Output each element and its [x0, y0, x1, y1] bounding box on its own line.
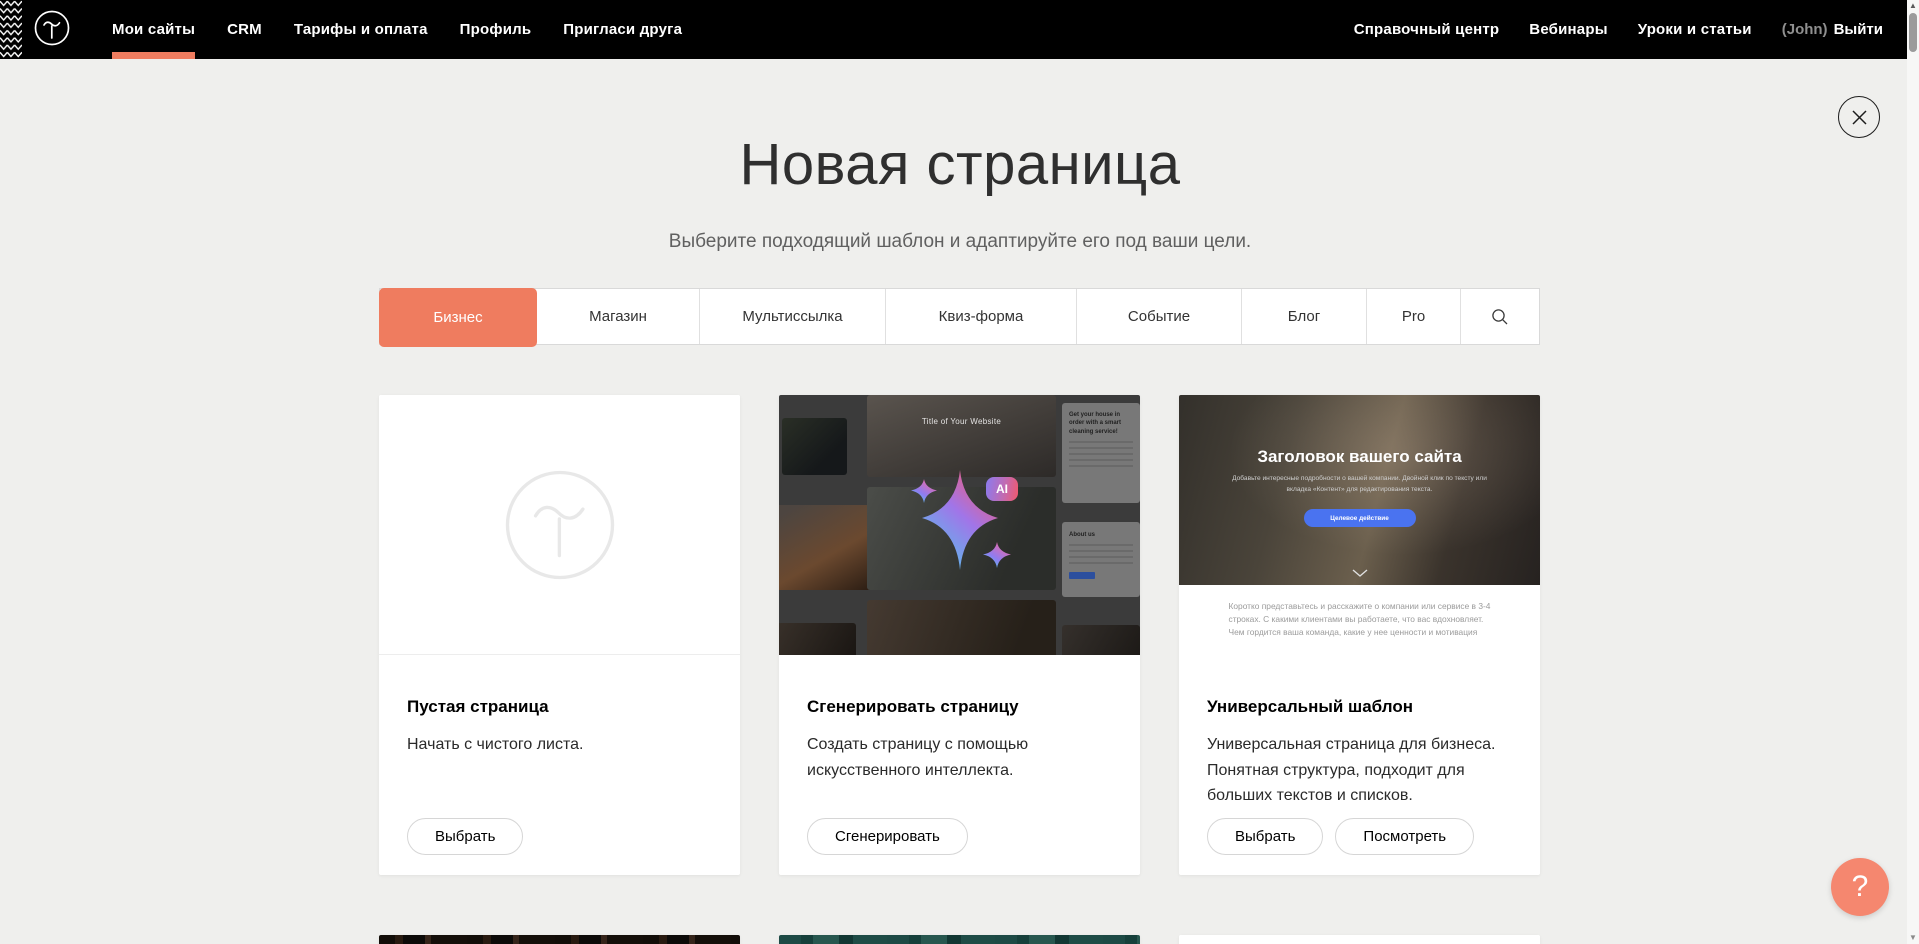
tab-multilink[interactable]: Мультиссылка — [700, 289, 886, 344]
search-icon — [1491, 308, 1509, 326]
card-description: Создать страницу с помощью искусственног… — [807, 732, 1107, 783]
nav-item-label: Пригласи друга — [563, 21, 682, 38]
nav-item-crm[interactable]: CRM — [227, 0, 262, 59]
template-thumbnail-dark — [379, 935, 740, 944]
page-title: Новая страница — [0, 131, 1919, 198]
user-name: (John) — [1782, 21, 1828, 38]
collage-text-lines — [1069, 441, 1133, 471]
template-thumbnail-white — [1179, 935, 1540, 944]
new-page-modal: Мои сайты CRM Тарифы и оплата Профиль Пр… — [0, 0, 1919, 944]
help-button[interactable]: ? — [1831, 858, 1889, 916]
template-category-tabs: Бизнес Магазин Мультиссылка Квиз-форма С… — [379, 288, 1540, 345]
scrollbar-down-arrow[interactable]: ▼ — [1907, 934, 1919, 942]
template-grid: Пустая страница Начать с чистого листа. … — [379, 395, 1540, 944]
card-actions: Сгенерировать — [807, 818, 968, 855]
tab-pro[interactable]: Pro — [1367, 289, 1461, 344]
page-subtitle: Выберите подходящий шаблон и адаптируйте… — [0, 231, 1919, 253]
top-nav: Мои сайты CRM Тарифы и оплата Профиль Пр… — [0, 0, 1907, 59]
blank-page-thumbnail — [379, 395, 740, 655]
preview-button[interactable]: Посмотреть — [1335, 818, 1474, 855]
nav-item-profile[interactable]: Профиль — [460, 0, 532, 59]
collage-hero-title: Title of Your Website — [867, 395, 1056, 426]
nav-menu-right: Справочный центр Вебинары Уроки и статьи… — [1354, 0, 1883, 59]
collage-mini-button — [1069, 572, 1095, 579]
scrollbar-up-arrow[interactable]: ▲ — [1907, 2, 1919, 10]
tab-search[interactable] — [1461, 289, 1539, 344]
card-body: Сгенерировать страницу Создать страницу … — [779, 655, 1140, 783]
collage-photo-people-left — [779, 623, 856, 655]
tab-business[interactable]: Бизнес — [379, 288, 537, 347]
template-card-universal: Заголовок вашего сайта Добавьте интересн… — [1179, 395, 1540, 875]
tilda-watermark-icon — [502, 467, 618, 583]
tab-quiz-form[interactable]: Квиз-форма — [886, 289, 1077, 344]
template-card-partial-2 — [779, 935, 1140, 944]
template-thumbnail-teal — [779, 935, 1140, 944]
card-description: Универсальная страница для бизнеса. Поня… — [1207, 732, 1507, 809]
nav-user-block: (John) Выйти — [1782, 21, 1883, 38]
tab-blog[interactable]: Блог — [1242, 289, 1367, 344]
ai-badge: AI — [986, 477, 1018, 501]
preview-hero-subtitle: Добавьте интересные подробности о вашей … — [1220, 474, 1500, 495]
template-preview-hero-photo: Заголовок вашего сайта Добавьте интересн… — [1179, 395, 1540, 585]
nav-item-invite-friend[interactable]: Пригласи друга — [563, 0, 682, 59]
choose-button[interactable]: Выбрать — [407, 818, 523, 855]
card-body: Универсальный шаблон Универсальная стран… — [1179, 655, 1540, 809]
nav-item-label: Профиль — [460, 21, 532, 38]
card-actions: Выбрать — [407, 818, 523, 855]
nav-item-my-sites[interactable]: Мои сайты — [112, 0, 195, 59]
card-description: Начать с чистого листа. — [407, 732, 707, 758]
collage-photo-desk — [782, 418, 847, 475]
preview-cta-button: Целевое действие — [1304, 509, 1416, 527]
nav-item-label: Тарифы и оплата — [294, 21, 428, 38]
tilda-logo[interactable] — [33, 9, 71, 47]
collage-text-card-about: About us — [1062, 522, 1140, 597]
ai-sparkle-icon — [880, 457, 1040, 592]
generate-button[interactable]: Сгенерировать — [807, 818, 968, 855]
template-card-partial-3 — [1179, 935, 1540, 944]
collage-text-title: About us — [1069, 531, 1133, 539]
collage-photo-bottom-right — [1062, 625, 1140, 655]
collage-text-card-top: Get your house in order with a smart cle… — [1062, 403, 1140, 503]
close-icon — [1851, 109, 1868, 126]
zigzag-pattern-decoration — [0, 0, 22, 59]
tab-shop[interactable]: Магазин — [537, 289, 700, 344]
scrollbar[interactable]: ▲ ▼ — [1907, 0, 1919, 944]
template-card-ai-generate: Title of Your Website Get your house in … — [779, 395, 1140, 875]
template-card-blank-page: Пустая страница Начать с чистого листа. … — [379, 395, 740, 875]
template-preview-text-section: Коротко представьтесь и расскажите о ком… — [1179, 585, 1540, 655]
preview-body-text: Коротко представьтесь и расскажите о ком… — [1229, 600, 1491, 639]
card-title: Пустая страница — [407, 697, 712, 717]
card-title: Универсальный шаблон — [1207, 697, 1512, 717]
tab-event[interactable]: Событие — [1077, 289, 1242, 344]
ai-collage-thumbnail: Title of Your Website Get your house in … — [779, 395, 1140, 655]
nav-item-webinars[interactable]: Вебинары — [1529, 0, 1607, 59]
nav-item-tariffs[interactable]: Тарифы и оплата — [294, 0, 428, 59]
collage-text-title: Get your house in order with a smart cle… — [1069, 411, 1133, 436]
logout-link[interactable]: Выйти — [1834, 21, 1883, 38]
card-title: Сгенерировать страницу — [807, 697, 1112, 717]
universal-template-thumbnail: Заголовок вашего сайта Добавьте интересн… — [1179, 395, 1540, 655]
collage-photo-people-center — [867, 600, 1056, 655]
nav-item-label: CRM — [227, 21, 262, 38]
choose-button[interactable]: Выбрать — [1207, 818, 1323, 855]
active-nav-underline — [112, 52, 195, 59]
chevron-down-icon — [1352, 569, 1368, 577]
collage-text-lines — [1069, 544, 1133, 566]
preview-hero-title: Заголовок вашего сайта — [1179, 447, 1540, 467]
card-body: Пустая страница Начать с чистого листа. — [379, 655, 740, 758]
card-actions: Выбрать Посмотреть — [1207, 818, 1474, 855]
nav-item-label: Вебинары — [1529, 21, 1607, 38]
nav-item-label: Справочный центр — [1354, 21, 1500, 38]
nav-item-help-center[interactable]: Справочный центр — [1354, 0, 1500, 59]
nav-item-label: Мои сайты — [112, 21, 195, 38]
scrollbar-thumb[interactable] — [1909, 13, 1917, 52]
nav-item-lessons[interactable]: Уроки и статьи — [1638, 0, 1752, 59]
template-card-partial-1 — [379, 935, 740, 944]
nav-menu-left: Мои сайты CRM Тарифы и оплата Профиль Пр… — [112, 0, 682, 59]
nav-item-label: Уроки и статьи — [1638, 21, 1752, 38]
